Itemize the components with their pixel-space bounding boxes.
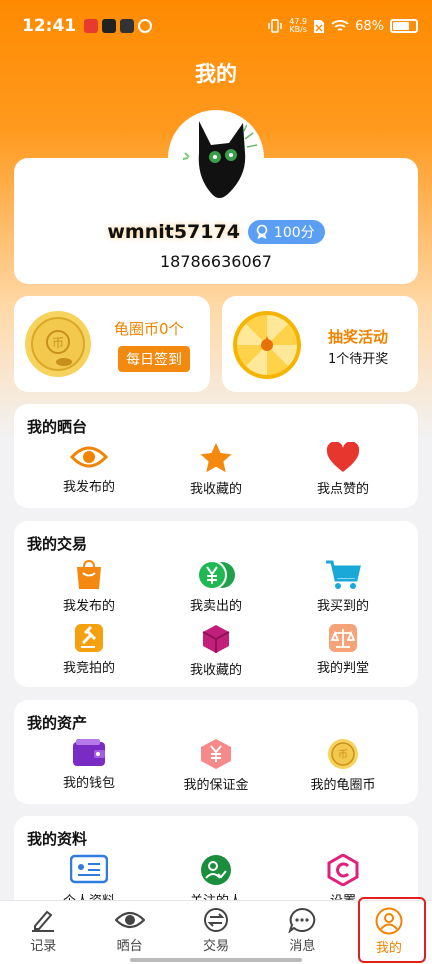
score-value: 100分 [273,225,315,241]
settings-icon [327,854,359,886]
section-title: 我的晒台 [27,418,88,436]
cat-avatar-image [171,113,261,203]
svg-text:币: 币 [338,749,348,761]
follow-icon [201,855,231,885]
daily-checkin-button[interactable]: 每日签到 [118,346,190,372]
battery-icon [390,19,418,33]
lottery-card[interactable]: 抽奖活动 1个待开奖 [222,296,418,392]
nav-label: 我的 [375,941,402,956]
lottery-title: 抽奖活动 [328,328,389,346]
trade-item-published[interactable]: 我发布的 [34,559,144,614]
exchange-icon [204,908,229,932]
eye-icon [70,446,108,468]
nav-tab-trade[interactable]: 交易 [173,901,259,964]
nav-label: 记录 [30,939,57,954]
turtle-coin-icon: 币 [25,311,91,377]
video-notification-icon [102,19,117,33]
wifi-icon [331,20,349,31]
nav-label: 晒台 [116,939,143,954]
section-title: 我的资料 [27,830,88,848]
item-label: 我的龟圈币 [310,778,376,793]
nav-tab-record[interactable]: 记录 [0,901,86,964]
item-label: 我发布的 [62,599,115,614]
lottery-subtitle: 1个待开奖 [328,352,389,367]
trade-item-sold[interactable]: 我卖出的 [161,559,271,614]
trade-item-favorites[interactable]: 我收藏的 [161,623,271,678]
assets-item-coins[interactable]: 币 我的龟圈币 [288,738,398,793]
person-icon [375,907,403,935]
item-label: 我卖出的 [189,599,242,614]
nav-label: 交易 [203,939,230,954]
sync-notification-icon [138,19,153,33]
section-title: 我的资产 [27,714,88,732]
deposit-icon [201,739,231,769]
item-label: 我收藏的 [189,663,242,678]
status-bar: 12:41 47.9 KB/s 68% [0,0,432,52]
svg-text:币: 币 [52,336,64,350]
notification-icons [84,19,153,33]
coin-card[interactable]: 币 龟圈币0个 每日签到 [14,296,210,392]
bottom-nav: 记录 晒台 交易 消息 我的 [0,900,432,964]
item-label: 我点赞的 [316,482,369,497]
page-title: 我的 [195,62,237,86]
home-indicator[interactable] [130,958,302,962]
coin-icon: 币 [328,739,358,769]
showcase-section: 我的晒台 我发布的 我收藏的 我点赞的 [14,404,418,508]
item-label: 我买到的 [316,599,369,614]
name-row: wmnit57174 100分 [14,220,418,244]
item-label: 我收藏的 [189,482,242,497]
coin-balance: 龟圈币0个 [114,320,184,338]
wallet-icon [73,739,105,766]
nav-tab-messages[interactable]: 消息 [259,901,345,964]
box-icon [202,625,230,653]
avatar[interactable] [168,110,264,206]
trade-item-auction[interactable]: 我竞拍的 [34,623,144,676]
profile-card-icon [70,854,108,884]
chat-icon [288,907,316,933]
network-speed: 47.9 KB/s [289,18,307,34]
item-label: 我的钱包 [62,776,115,791]
trade-item-judgment[interactable]: 我的判堂 [288,623,398,676]
app-notification-icon [84,19,99,33]
assets-section: 我的资产 我的钱包 我的保证金 币 我的龟圈币 [14,700,418,804]
status-right: 47.9 KB/s 68% [267,18,418,34]
item-label: 我的判堂 [316,661,369,676]
item-label: 我发布的 [62,480,115,495]
score-badge[interactable]: 100分 [247,220,325,244]
battery-percent: 68% [355,18,384,34]
trade-item-bought[interactable]: 我买到的 [288,559,398,614]
prize-wheel-icon [233,311,301,379]
nav-tab-mine[interactable]: 我的 [346,901,432,964]
vibrate-icon [268,19,282,33]
showcase-item-likes[interactable]: 我点赞的 [288,442,398,497]
status-time: 12:41 [22,16,77,36]
nav-label: 消息 [289,939,316,954]
auction-hammer-icon [75,624,103,652]
eye-icon [114,911,145,929]
pen-icon [32,910,55,932]
item-label: 我的保证金 [183,778,249,793]
showcase-item-published[interactable]: 我发布的 [34,442,144,495]
heart-icon [326,442,360,472]
trade-section: 我的交易 我发布的 我卖出的 我买到的 我竞拍的 我收藏的 我的判堂 [14,521,418,687]
section-title: 我的交易 [27,535,88,553]
assets-item-wallet[interactable]: 我的钱包 [34,738,144,791]
no-sim-icon [314,19,325,33]
star-icon [200,443,232,473]
scales-icon [329,624,357,652]
item-label: 我竞拍的 [62,661,115,676]
nav-tab-showcase[interactable]: 晒台 [86,901,172,964]
cart-icon [326,560,361,589]
shopping-bag-icon [77,559,101,589]
speed-unit: KB/s [289,25,307,34]
username: wmnit57174 [107,221,240,243]
assets-item-deposit[interactable]: 我的保证金 [161,738,271,793]
yen-coin-icon [197,560,235,590]
medal-icon [256,224,268,239]
news-notification-icon [120,19,135,33]
phone-number: 18786636067 [160,252,272,271]
showcase-item-favorites[interactable]: 我收藏的 [161,442,271,497]
